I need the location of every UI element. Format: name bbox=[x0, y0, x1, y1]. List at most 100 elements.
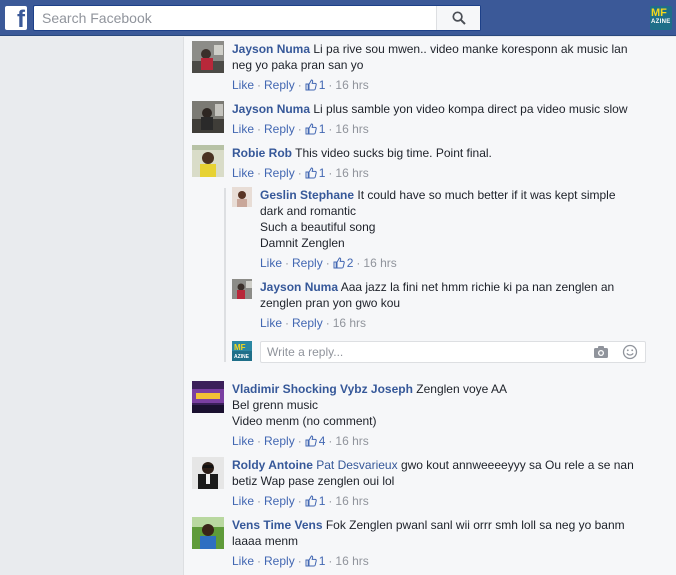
like-count[interactable]: 1 bbox=[305, 554, 326, 568]
like-count[interactable]: 2 bbox=[333, 256, 354, 270]
thumbs-up-icon bbox=[333, 257, 345, 269]
reply-input[interactable] bbox=[261, 342, 581, 362]
commenter-avatar[interactable] bbox=[192, 457, 224, 489]
comment-text-line: Li pa rive sou mwen.. video manke koresp… bbox=[313, 42, 628, 56]
comment-time[interactable]: 16 hrs bbox=[335, 434, 368, 448]
like-count[interactable]: 4 bbox=[305, 434, 325, 448]
search-input[interactable] bbox=[34, 6, 438, 30]
reply-text-line: Damnit Zenglen bbox=[260, 236, 345, 250]
like-count-value: 1 bbox=[318, 122, 326, 136]
like-count[interactable]: 1 bbox=[305, 166, 326, 180]
commenter-avatar[interactable] bbox=[192, 145, 224, 177]
like-button[interactable]: Like bbox=[232, 122, 254, 136]
reply-time[interactable]: 16 hrs bbox=[333, 316, 366, 330]
profile-badge-top: MF bbox=[651, 7, 667, 19]
comment-actions: Like · Reply · 1 · 16 hrs bbox=[232, 166, 369, 180]
like-count-value: 1 bbox=[318, 78, 326, 92]
commenter-avatar[interactable] bbox=[192, 517, 224, 549]
comment-text-line: neg yo paka pran san yo bbox=[232, 58, 364, 72]
reply-text-line: Aaa jazz la fini net hmm richie ki pa na… bbox=[340, 280, 615, 294]
reply-text-line: zenglen pran yon gwo kou bbox=[260, 296, 401, 310]
thumbs-up-icon bbox=[305, 123, 317, 135]
commenter-avatar[interactable] bbox=[192, 101, 224, 133]
comment-text-line: Bel grenn music bbox=[232, 398, 319, 412]
reply-button[interactable]: Reply bbox=[264, 554, 295, 568]
reply-text-line: Such a beautiful song bbox=[260, 220, 376, 234]
camera-icon[interactable] bbox=[593, 345, 609, 362]
comment-text-line: Li plus samble yon video kompa direct pa… bbox=[313, 102, 628, 116]
reply-button[interactable]: Reply bbox=[292, 316, 323, 330]
thumbs-up-icon bbox=[305, 79, 317, 91]
comment-author[interactable]: Jayson Numa bbox=[232, 102, 310, 116]
reply-button[interactable]: Reply bbox=[264, 434, 295, 448]
facebook-logo-icon[interactable]: f bbox=[5, 6, 27, 30]
commenter-avatar[interactable] bbox=[192, 381, 224, 413]
like-count-value: 2 bbox=[346, 256, 354, 270]
like-button[interactable]: Like bbox=[260, 316, 282, 330]
reply-button[interactable]: Reply bbox=[264, 122, 295, 136]
comment-text-line: gwo kout annweeeeyyy sa Ou rele a se nan bbox=[400, 458, 634, 472]
like-button[interactable]: Like bbox=[232, 78, 254, 92]
comment-author[interactable]: Vens Time Vens bbox=[232, 518, 323, 532]
left-gutter bbox=[0, 37, 183, 575]
replier-avatar[interactable] bbox=[232, 279, 252, 299]
reply-author[interactable]: Jayson Numa bbox=[260, 280, 338, 294]
replier-avatar[interactable] bbox=[232, 187, 252, 207]
comment-author[interactable]: Jayson Numa bbox=[232, 42, 310, 56]
reply-button[interactable]: Reply bbox=[264, 494, 295, 508]
comment-text-line: This video sucks big time. Point final. bbox=[295, 146, 492, 160]
reply-button[interactable]: Reply bbox=[292, 256, 323, 270]
like-count-value: 1 bbox=[318, 494, 326, 508]
svg-text:MF: MF bbox=[234, 343, 246, 352]
reply-text-line: dark and romantic bbox=[260, 204, 357, 218]
search-icon bbox=[452, 11, 466, 25]
like-count[interactable]: 1 bbox=[305, 122, 326, 136]
comment-actions: Like · Reply · 1 · 16 hrs bbox=[232, 494, 369, 508]
comment-time[interactable]: 16 hrs bbox=[335, 166, 368, 180]
like-button[interactable]: Like bbox=[232, 434, 254, 448]
reply-text-line: It could have so much better if it was k… bbox=[357, 188, 616, 202]
like-button[interactable]: Like bbox=[232, 554, 254, 568]
comment-author[interactable]: Roldy Antoine bbox=[232, 458, 313, 472]
tagged-user-link[interactable]: Pat Desvarieux bbox=[316, 458, 397, 472]
like-count-value: 1 bbox=[318, 166, 326, 180]
reply-button[interactable]: Reply bbox=[264, 166, 295, 180]
profile-avatar-icon[interactable]: MF AZINE bbox=[650, 6, 672, 30]
search-box bbox=[33, 5, 481, 31]
comment-actions: Like · Reply · 4 · 16 hrs bbox=[232, 434, 369, 448]
reply-time[interactable]: 16 hrs bbox=[363, 256, 396, 270]
reply-composer bbox=[260, 341, 646, 363]
thumbs-up-icon bbox=[305, 555, 317, 567]
reply-thread-line bbox=[224, 188, 226, 362]
profile-badge-bottom: AZINE bbox=[651, 19, 671, 25]
comment-actions: Like · Reply · 1 · 16 hrs bbox=[232, 122, 369, 136]
thumbs-up-icon bbox=[305, 495, 317, 507]
reply-actions: Like · Reply · 16 hrs bbox=[260, 316, 367, 330]
like-count-value: 1 bbox=[318, 554, 326, 568]
emoji-icon[interactable] bbox=[622, 344, 638, 363]
like-count[interactable]: 1 bbox=[305, 494, 326, 508]
thumbs-up-icon bbox=[305, 435, 317, 447]
comment-author[interactable]: Robie Rob bbox=[232, 146, 292, 160]
reply-actions: Like · Reply · 2 · 16 hrs bbox=[260, 256, 397, 270]
like-button[interactable]: Like bbox=[260, 256, 282, 270]
comment-text-line: laaaa menm bbox=[232, 534, 299, 548]
comment-author[interactable]: Vladimir Shocking Vybz Joseph bbox=[232, 382, 413, 396]
comment-time[interactable]: 16 hrs bbox=[335, 78, 368, 92]
commenter-avatar[interactable] bbox=[192, 41, 224, 73]
comment-text-line: betiz Wap pase zenglen oui lol bbox=[232, 474, 395, 488]
like-count[interactable]: 1 bbox=[305, 78, 326, 92]
like-button[interactable]: Like bbox=[232, 494, 254, 508]
reply-button[interactable]: Reply bbox=[264, 78, 295, 92]
comment-time[interactable]: 16 hrs bbox=[335, 554, 368, 568]
comment-time[interactable]: 16 hrs bbox=[335, 494, 368, 508]
comment-actions: Like · Reply · 1 · 16 hrs bbox=[232, 78, 369, 92]
svg-text:AZINE: AZINE bbox=[234, 354, 250, 360]
like-button[interactable]: Like bbox=[232, 166, 254, 180]
search-button[interactable] bbox=[436, 6, 480, 30]
reply-author[interactable]: Geslin Stephane bbox=[260, 188, 354, 202]
composer-avatar[interactable]: MF AZINE bbox=[232, 341, 252, 361]
comment-time[interactable]: 16 hrs bbox=[335, 122, 368, 136]
comment-text-line: Fok Zenglen pwanl sanl wii orrr smh loll… bbox=[325, 518, 625, 532]
top-navigation-bar: f MF AZINE bbox=[0, 0, 676, 36]
